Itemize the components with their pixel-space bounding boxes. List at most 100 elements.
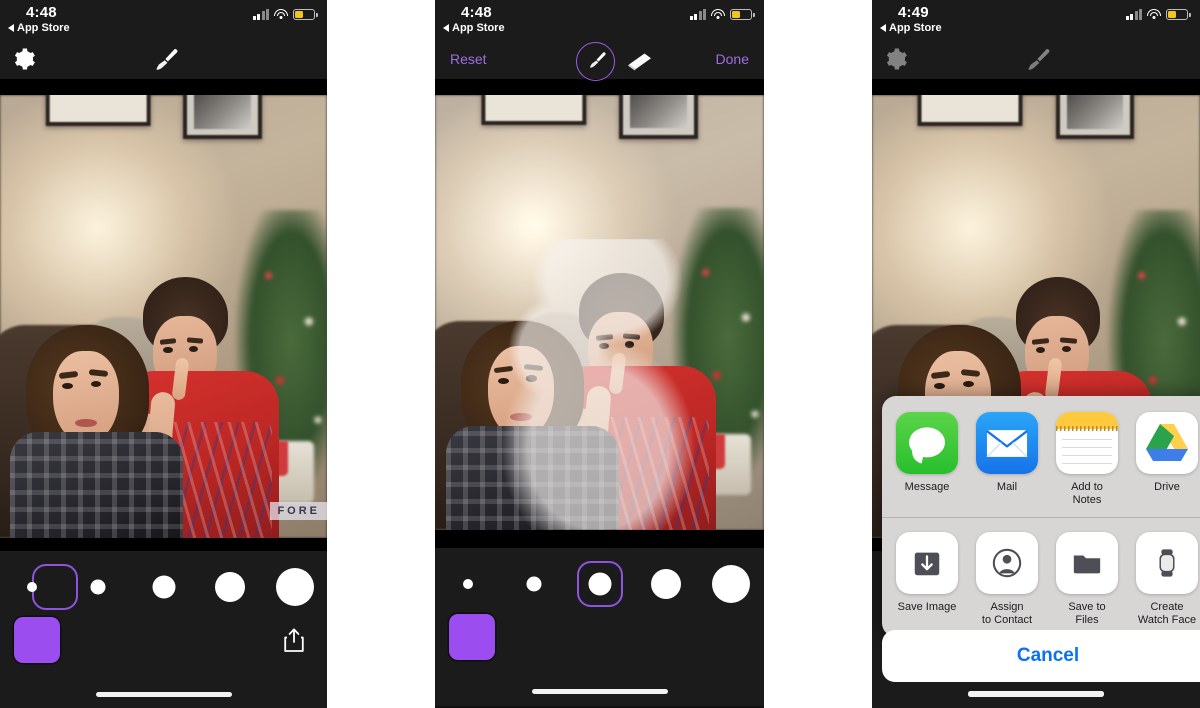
google-drive-icon <box>1136 412 1198 474</box>
action-create-watch-face[interactable]: Create Watch Face <box>1136 531 1198 627</box>
share-target-label: Message <box>904 481 950 493</box>
gear-icon[interactable] <box>12 47 36 71</box>
edit-toolbar: Reset Done <box>435 40 764 81</box>
paintbrush-icon[interactable] <box>1021 48 1051 72</box>
letterbox-bottom <box>0 538 327 551</box>
photo-canvas[interactable] <box>435 95 764 530</box>
battery-icon <box>293 9 318 20</box>
back-to-app-store[interactable]: App Store <box>443 22 505 34</box>
top-toolbar <box>872 40 1200 79</box>
cellular-signal-icon <box>689 9 706 20</box>
share-icon[interactable] <box>283 627 305 653</box>
messages-icon <box>896 412 958 474</box>
brush-size-option-3[interactable] <box>588 572 612 596</box>
paintbrush-icon[interactable] <box>149 48 179 72</box>
wifi-icon <box>1147 9 1161 20</box>
brush-size-option-4[interactable] <box>651 569 681 599</box>
gear-icon[interactable] <box>884 47 908 71</box>
share-target-mail[interactable]: Mail <box>976 412 1038 507</box>
brush-size-option-1[interactable] <box>27 582 37 592</box>
brush-size-selector <box>0 564 327 610</box>
action-label: Create Watch Face <box>1137 600 1197 626</box>
share-sheet-actions-row: Save Image Assign to Contact Save to Fil… <box>882 516 1200 637</box>
brush-size-option-2[interactable] <box>526 576 542 592</box>
action-save-image[interactable]: Save Image <box>896 531 958 627</box>
watch-icon <box>1136 531 1198 594</box>
picture-frame <box>45 95 151 127</box>
mail-icon <box>976 412 1038 474</box>
status-indicators <box>689 9 755 20</box>
bottom-toolbar <box>435 548 764 706</box>
status-indicators <box>1125 9 1191 20</box>
wifi-icon <box>274 9 288 20</box>
action-assign-to-contact[interactable]: Assign to Contact <box>976 531 1038 627</box>
letterbox-top <box>872 79 1200 95</box>
eraser-tool-button[interactable] <box>625 50 655 72</box>
home-indicator <box>531 689 668 694</box>
back-triangle-icon <box>8 24 14 32</box>
person-woman <box>10 325 184 538</box>
share-target-message[interactable]: Message <box>896 412 958 507</box>
letterbox-top <box>0 79 327 95</box>
action-save-to-files[interactable]: Save to Files <box>1056 531 1118 627</box>
picture-frame <box>481 95 587 126</box>
mask-overlay <box>494 238 712 530</box>
wifi-icon <box>711 9 725 20</box>
picture-frame <box>619 95 699 139</box>
back-to-app-store[interactable]: App Store <box>880 22 942 34</box>
action-label: Save to Files <box>1068 600 1106 626</box>
cellular-signal-icon <box>1125 9 1142 20</box>
paintbrush-tool-button[interactable] <box>576 42 615 81</box>
top-toolbar <box>0 40 327 79</box>
back-to-app-store[interactable]: App Store <box>8 22 70 34</box>
brush-size-option-5[interactable] <box>712 565 750 603</box>
share-target-label: Add to Notes <box>1071 481 1103 506</box>
picture-frame <box>183 95 262 140</box>
folder-icon <box>1056 531 1118 594</box>
share-target-label: Drive <box>1154 481 1180 493</box>
letterbox-top <box>435 79 764 95</box>
status-time: 4:48 <box>26 4 57 21</box>
share-target-label: Mail <box>996 481 1018 493</box>
status-indicators <box>252 9 318 20</box>
brush-size-option-4[interactable] <box>215 572 245 602</box>
status-bar: 4:48 App Store <box>0 0 327 40</box>
reset-button[interactable]: Reset <box>450 51 487 67</box>
phone-panel-2: 4:48 App Store Reset Done <box>435 0 764 708</box>
status-bar: 4:48 App Store <box>435 0 764 40</box>
status-time: 4:48 <box>461 4 492 21</box>
brush-size-option-2[interactable] <box>90 579 106 595</box>
action-label: Save Image <box>897 600 957 613</box>
action-label: Assign to Contact <box>981 600 1033 626</box>
back-label: App Store <box>452 22 505 34</box>
watermark-badge: FORE <box>270 502 327 520</box>
notes-icon <box>1056 412 1118 474</box>
brush-size-selector <box>435 561 764 607</box>
brush-size-option-5[interactable] <box>276 568 314 606</box>
home-indicator <box>968 691 1104 696</box>
save-image-icon <box>896 531 958 594</box>
brush-size-option-3[interactable] <box>152 575 176 599</box>
share-sheet-apps-row: Message Mail Add to Notes Drive <box>882 396 1200 517</box>
phone-panel-3: 4:49 App Store Message Mail Add to Notes… <box>872 0 1200 708</box>
color-swatch[interactable] <box>14 617 60 663</box>
brush-size-option-1[interactable] <box>463 579 473 589</box>
brush-size-selection-box <box>32 564 78 610</box>
share-target-notes[interactable]: Add to Notes <box>1056 412 1118 507</box>
cancel-button[interactable]: Cancel <box>882 630 1200 682</box>
battery-icon <box>1166 9 1191 20</box>
contact-icon <box>976 531 1038 594</box>
status-bar: 4:49 App Store <box>872 0 1200 40</box>
done-button[interactable]: Done <box>716 51 749 67</box>
color-swatch[interactable] <box>449 614 495 660</box>
battery-icon <box>730 9 755 20</box>
share-target-drive[interactable]: Drive <box>1136 412 1198 507</box>
share-sheet: Message Mail Add to Notes Drive Save Ima… <box>882 396 1200 637</box>
back-triangle-icon <box>880 24 886 32</box>
status-time: 4:49 <box>898 4 929 21</box>
home-indicator <box>95 692 232 697</box>
letterbox-bottom <box>435 530 764 548</box>
back-label: App Store <box>889 22 942 34</box>
bottom-toolbar <box>0 551 327 708</box>
photo-canvas[interactable]: FORE <box>0 95 327 538</box>
